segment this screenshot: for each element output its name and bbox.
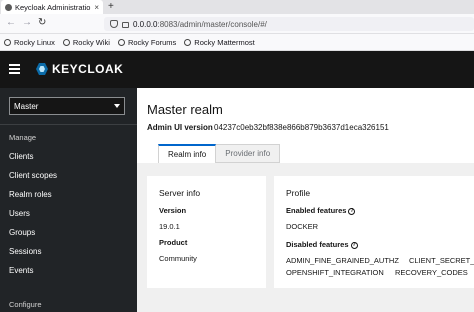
disabled-feature-item: OPENSHIFT_INTEGRATION: [286, 268, 384, 277]
globe-icon: [117, 38, 125, 46]
version-value: 19.0.1: [159, 222, 180, 231]
sidebar-item-users[interactable]: Users: [9, 209, 30, 218]
brand-name: KEYCLOAK: [52, 62, 124, 76]
profile-card: Profile Enabled features? DOCKER Disable…: [274, 176, 474, 288]
browser-tab-strip: Keycloak Administration C × +: [0, 0, 474, 14]
server-info-title: Server info: [159, 188, 201, 198]
keycloak-logo[interactable]: KEYCLOAK: [34, 62, 123, 76]
product-value: Community: [159, 254, 197, 263]
shield-icon[interactable]: [110, 20, 118, 28]
page-title: Master realm: [147, 102, 223, 117]
enabled-features-label: Enabled features?: [286, 206, 356, 215]
sidebar-item-clients[interactable]: Clients: [9, 152, 33, 161]
browser-tab[interactable]: Keycloak Administration C ×: [1, 0, 103, 14]
bookmark-rocky-mattermost[interactable]: Rocky Mattermost: [184, 38, 255, 47]
url-text: 0.0.0.0:8083/admin/master/console/#/: [133, 19, 267, 29]
sidebar-item-sessions[interactable]: Sessions: [9, 247, 41, 256]
tab-realm-info[interactable]: Realm info: [158, 144, 217, 163]
disabled-feature-item: RECOVERY_CODES: [395, 268, 468, 277]
sidebar-divider: [0, 124, 137, 125]
page-header: Master realm Admin UI version 04237c0eb3…: [137, 88, 474, 163]
tab-provider-info[interactable]: Provider info: [216, 144, 281, 163]
realm-selector-value: Master: [14, 101, 39, 111]
keycloak-logo-icon: [34, 62, 50, 76]
enabled-features-value: DOCKER: [286, 222, 319, 231]
address-bar[interactable]: 0.0.0.0:8083/admin/master/console/#/: [104, 17, 474, 31]
bookmark-rocky-linux[interactable]: Rocky Linux: [4, 38, 55, 47]
sidebar-group-configure: Configure: [9, 300, 42, 309]
hamburger-menu-icon[interactable]: [9, 64, 20, 74]
sidebar-item-client-scopes[interactable]: Client scopes: [9, 171, 57, 180]
disabled-feature-item: CLIENT_SECRET_: [409, 256, 474, 265]
lock-icon[interactable]: [122, 22, 129, 28]
disabled-features-label: Disabled features?: [286, 240, 358, 249]
browser-tab-title: Keycloak Administration C: [15, 2, 92, 12]
tab-bar: Realm info Provider info: [158, 144, 281, 163]
bookmark-rocky-forums[interactable]: Rocky Forums: [117, 38, 176, 47]
main-content: Master realm Admin UI version 04237c0eb3…: [137, 88, 474, 312]
forward-arrow-icon[interactable]: →: [22, 17, 32, 28]
help-icon[interactable]: ?: [348, 208, 356, 215]
sidebar-item-events[interactable]: Events: [9, 266, 33, 275]
sidebar-group-manage: Manage: [9, 133, 37, 142]
admin-ui-version-label: Admin UI version: [147, 123, 213, 132]
close-tab-icon[interactable]: ×: [94, 3, 99, 12]
product-label: Product: [159, 238, 188, 247]
globe-icon: [184, 38, 192, 46]
new-tab-button[interactable]: +: [108, 0, 114, 14]
caret-down-icon: [114, 104, 120, 108]
sidebar-item-groups[interactable]: Groups: [9, 228, 35, 237]
help-icon[interactable]: ?: [350, 242, 358, 249]
bookmarks-bar: Rocky Linux Rocky Wiki Rocky Forums Rock…: [0, 34, 474, 51]
globe-icon: [62, 38, 70, 46]
admin-ui-version-value: 04237c0eb32bf838e866b879b3637d1eca326151: [214, 123, 389, 132]
back-arrow-icon[interactable]: ←: [6, 17, 16, 28]
masthead: KEYCLOAK: [0, 51, 474, 88]
bookmark-rocky-wiki[interactable]: Rocky Wiki: [62, 38, 110, 47]
realm-selector[interactable]: Master: [9, 97, 125, 115]
version-label: Version: [159, 206, 187, 215]
server-info-card: Server info Version 19.0.1 Product Commu…: [147, 176, 266, 288]
browser-nav-bar: ← → ↻ 0.0.0.0:8083/admin/master/console/…: [0, 14, 474, 34]
favicon-icon: [5, 3, 12, 11]
profile-title: Profile: [286, 188, 311, 198]
sidebar: Master Manage Clients Client scopes Real…: [0, 88, 137, 312]
globe-icon: [4, 38, 11, 46]
sidebar-item-realm-roles[interactable]: Realm roles: [9, 190, 52, 199]
reload-icon[interactable]: ↻: [38, 17, 46, 28]
disabled-feature-item: ADMIN_FINE_GRAINED_AUTHZ: [286, 256, 399, 265]
